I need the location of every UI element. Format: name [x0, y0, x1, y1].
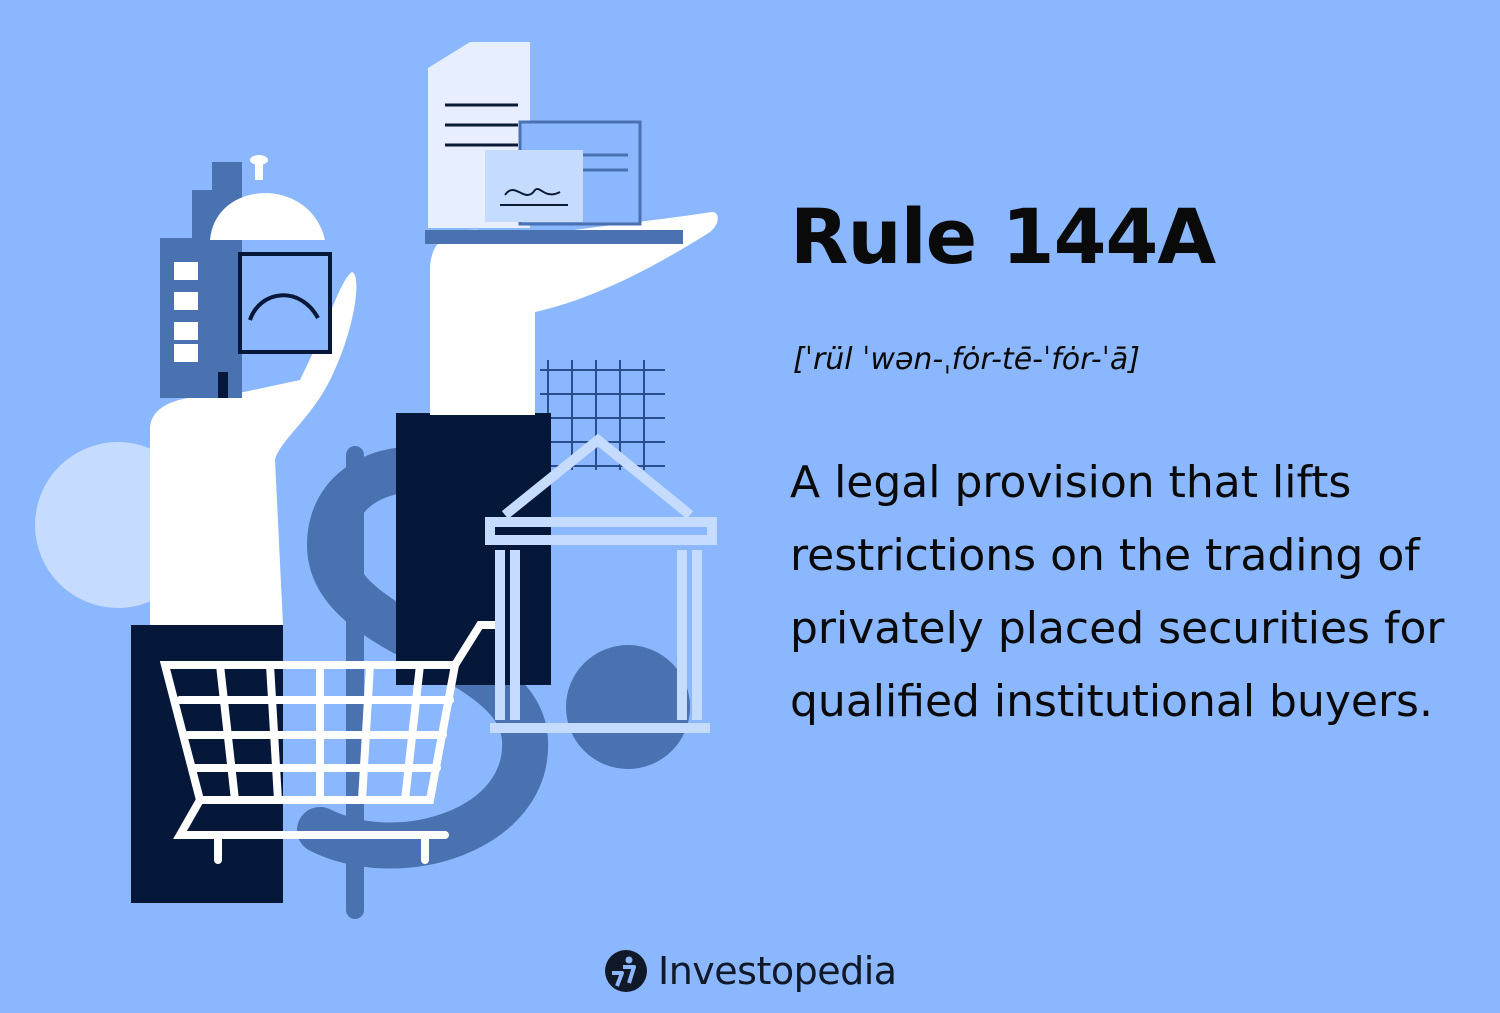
- cash-icon: [238, 252, 332, 354]
- infographic-canvas: Rule 144A [ˈrül ˈwən-ˌfȯr-tē-ˈfȯr-ˈā] A …: [0, 0, 1500, 1013]
- center-sleeve: [396, 413, 551, 685]
- grid-icon: [540, 360, 665, 470]
- building-icon: [160, 162, 242, 398]
- documents-icon: [428, 42, 642, 228]
- tray: [425, 230, 683, 244]
- brand-logo[interactable]: Investopedia: [604, 943, 897, 999]
- investopedia-logo-icon: [605, 950, 647, 992]
- mid-blue-circle: [566, 645, 690, 769]
- pronunciation: [ˈrül ˈwən-ˌfȯr-tē-ˈfȯr-ˈā]: [793, 342, 1140, 377]
- term-title: Rule 144A: [790, 192, 1216, 281]
- illustration: [35, 42, 718, 919]
- brand-name: Investopedia: [658, 949, 897, 993]
- definition-text: A legal provision that lifts restriction…: [790, 457, 1445, 727]
